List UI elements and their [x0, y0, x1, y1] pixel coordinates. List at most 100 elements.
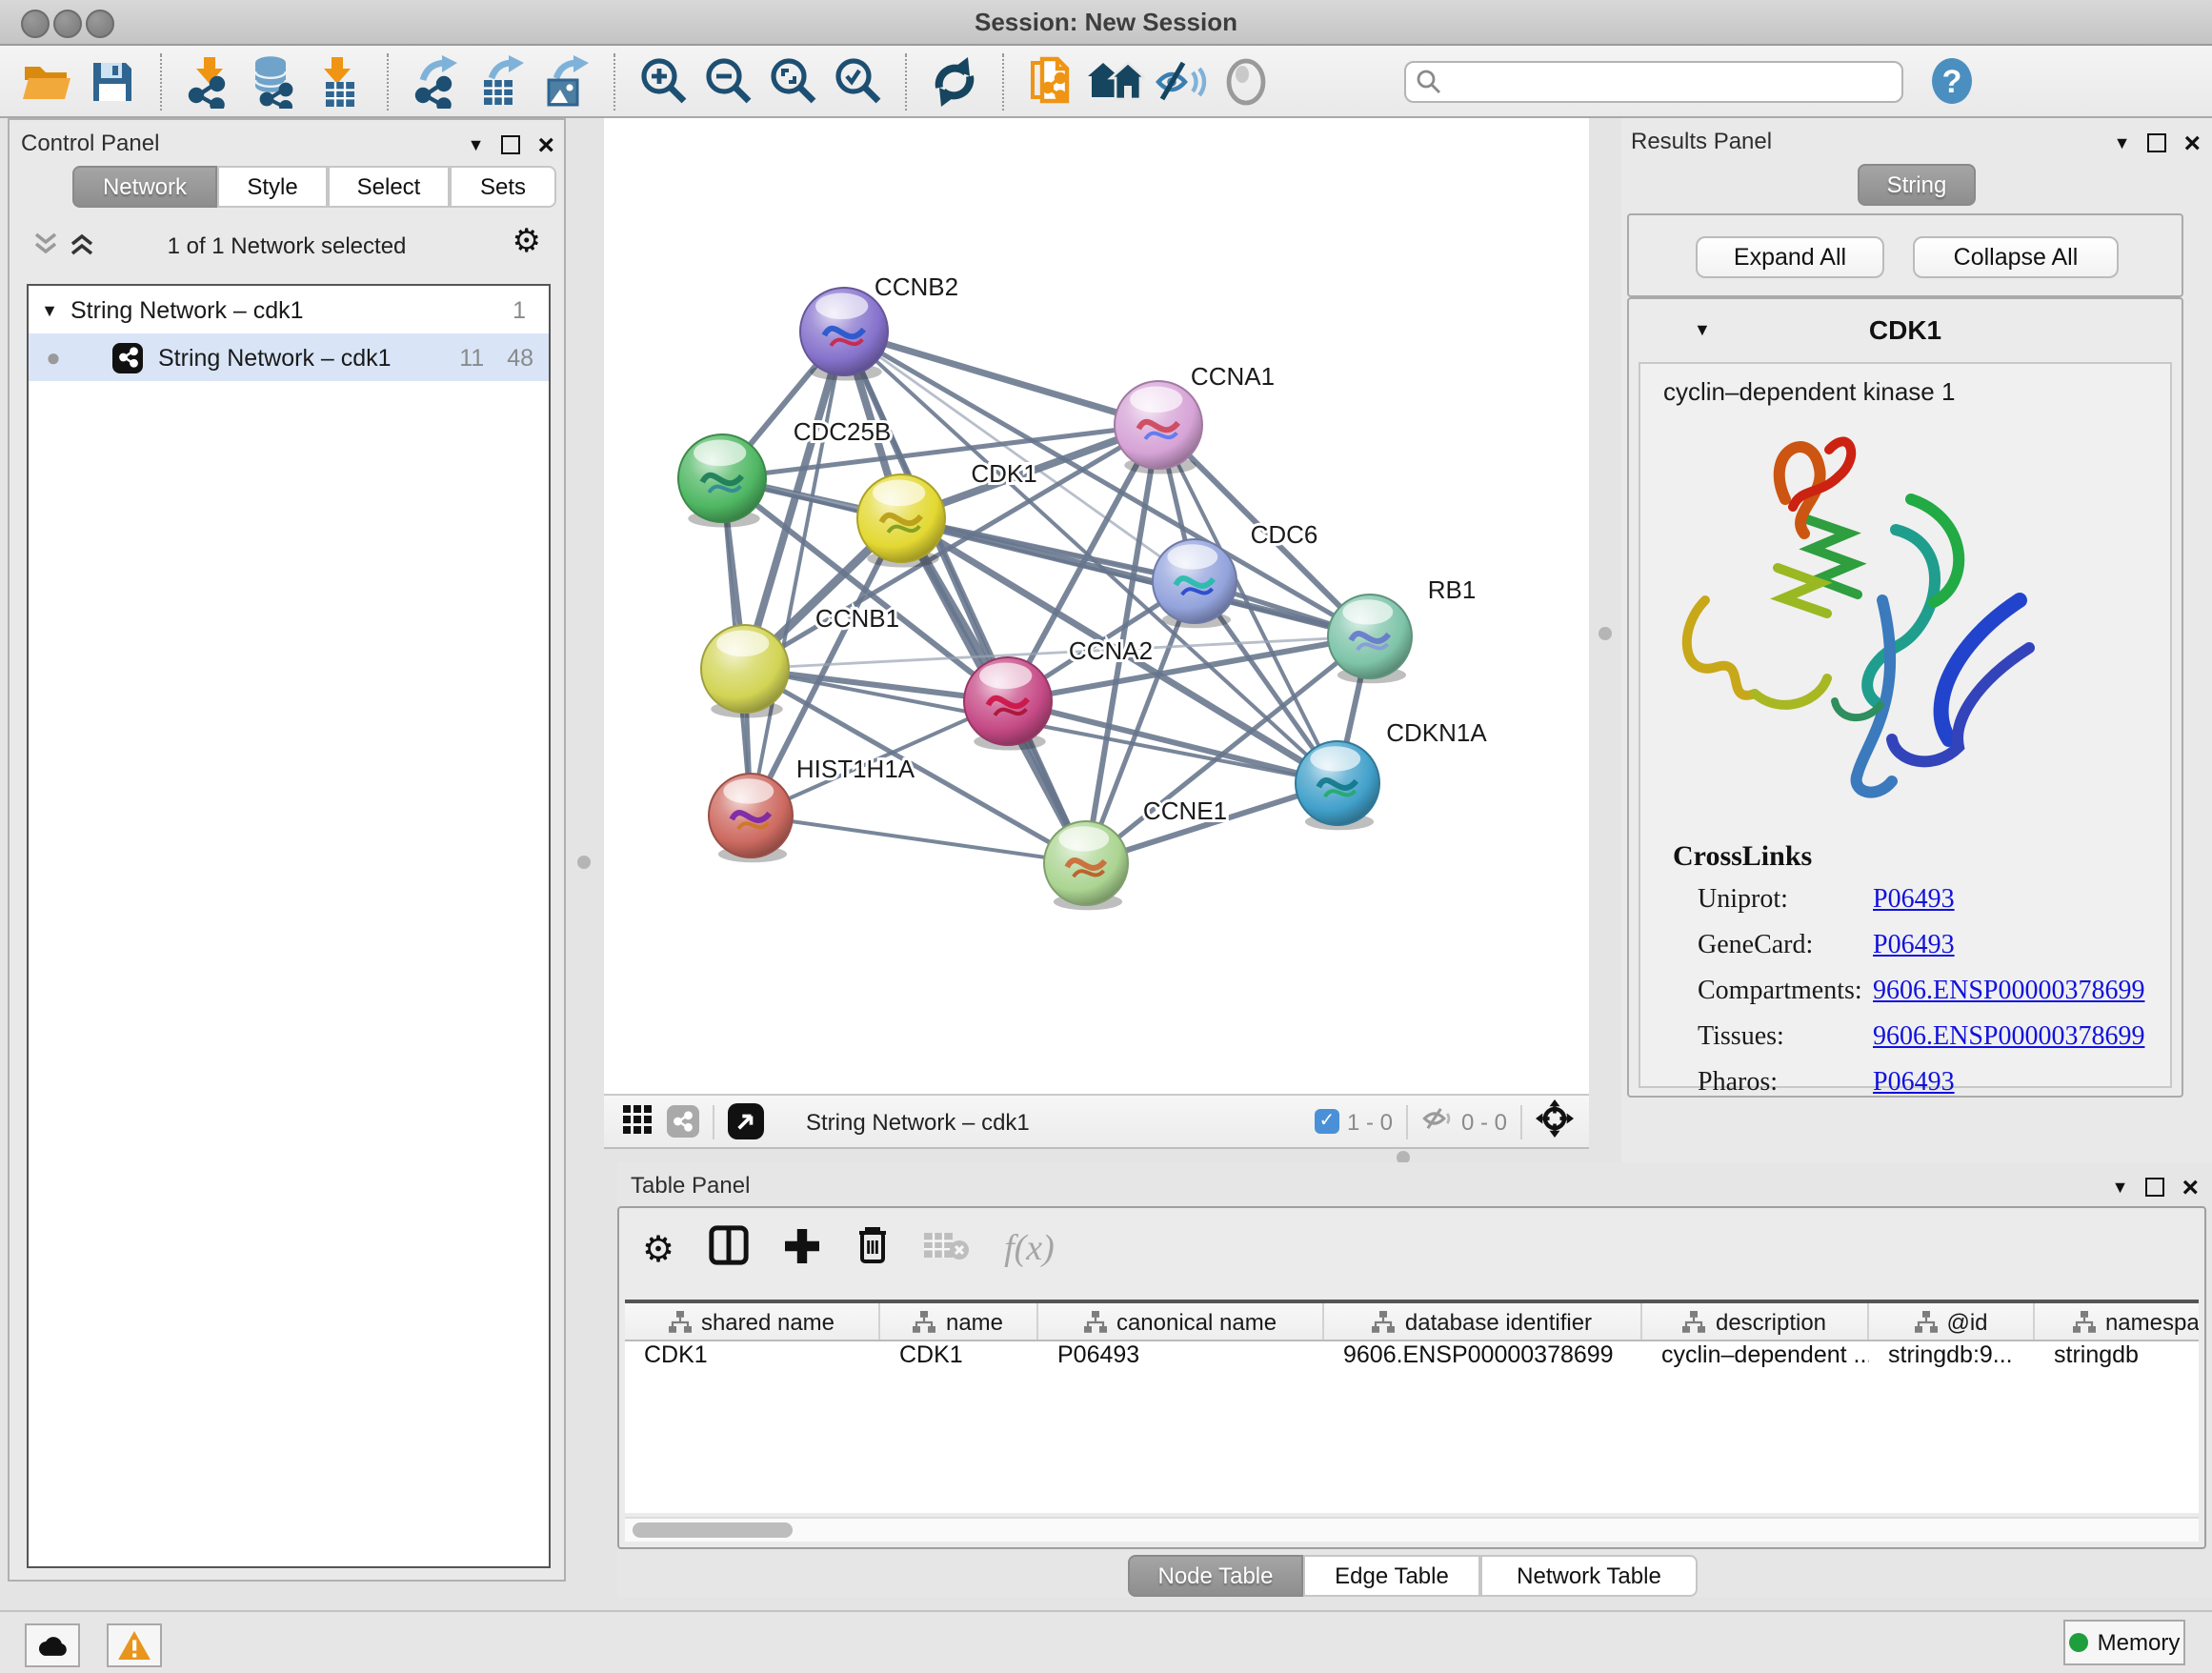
crosslink-link[interactable]: 9606.ENSP00000378699 — [1873, 1023, 2144, 1054]
table-cell[interactable]: 9606.ENSP00000378699 — [1324, 1341, 1642, 1378]
panel-menu-icon[interactable]: ▼ — [2112, 1179, 2129, 1196]
pan-crosshair-icon[interactable] — [1536, 1099, 1574, 1143]
grid-view-icon[interactable] — [623, 1104, 652, 1139]
scrollbar-thumb[interactable] — [633, 1522, 793, 1538]
close-panel-icon[interactable]: × — [537, 131, 554, 159]
collapse-all-button[interactable]: Collapse All — [1913, 236, 2119, 278]
import-table-button[interactable] — [311, 52, 368, 110]
crosslink-link[interactable]: P06493 — [1873, 932, 1955, 962]
column-header-name[interactable]: name — [880, 1303, 1038, 1340]
refresh-button[interactable] — [926, 52, 983, 110]
show-all-button[interactable] — [1217, 52, 1275, 110]
column-header-database-identifier[interactable]: database identifier — [1324, 1303, 1642, 1340]
status-bar: Memory — [0, 1610, 2212, 1673]
help-button[interactable]: ? — [1922, 52, 1980, 110]
network-edge[interactable] — [751, 816, 1086, 863]
hide-selected-button[interactable] — [1153, 52, 1210, 110]
table-cell[interactable]: cyclin–dependent ... — [1642, 1341, 1869, 1378]
tab-style[interactable]: Style — [217, 166, 328, 208]
open-session-button[interactable] — [19, 52, 76, 110]
tab-select[interactable]: Select — [328, 166, 450, 208]
panel-menu-icon[interactable]: ▼ — [2114, 134, 2131, 151]
float-panel-icon[interactable] — [2145, 1178, 2164, 1197]
tab-network[interactable]: Network — [72, 166, 217, 208]
export-table-button[interactable] — [473, 52, 530, 110]
network-node-ccnb1[interactable] — [701, 625, 789, 718]
network-canvas[interactable]: CCNB2CCNA1CDC25BCDK1CDC6RB1CCNB1CCNA2CDK… — [604, 118, 1589, 1094]
network-share-view-icon[interactable] — [667, 1105, 699, 1138]
column-header-namespace[interactable]: namespace — [2035, 1303, 2199, 1340]
cloud-status-button[interactable] — [25, 1623, 80, 1667]
network-node-ccna1[interactable] — [1115, 381, 1202, 474]
delete-column-icon[interactable] — [855, 1225, 890, 1275]
birds-eye-view-icon[interactable] — [728, 1103, 764, 1139]
network-row-selected[interactable]: ● String Network – cdk1 11 48 — [29, 333, 549, 381]
crosslink-link[interactable]: P06493 — [1873, 1069, 1955, 1099]
float-panel-icon[interactable] — [2147, 133, 2166, 152]
show-columns-icon[interactable] — [709, 1225, 749, 1275]
main-toolbar: ? — [0, 46, 2212, 118]
network-node-ccne1[interactable] — [1044, 821, 1128, 910]
tab-network-table[interactable]: Network Table — [1480, 1555, 1698, 1597]
table-horizontal-scrollbar[interactable] — [625, 1517, 2199, 1542]
crosslink-label: Compartments: — [1698, 978, 1873, 1008]
share-document-button[interactable] — [1023, 52, 1080, 110]
column-header--id[interactable]: @id — [1869, 1303, 2035, 1340]
tab-string[interactable]: String — [1858, 164, 1976, 206]
network-node-cdc25b[interactable] — [678, 434, 766, 528]
node-table[interactable]: shared namenamecanonical namedatabase id… — [625, 1300, 2199, 1513]
first-neighbors-button[interactable] — [1088, 52, 1145, 110]
table-cell[interactable]: stringdb:9... — [1869, 1341, 2035, 1378]
table-options-gear-icon[interactable]: ⚙ — [642, 1232, 674, 1268]
network-node-ccna2[interactable] — [964, 657, 1052, 751]
left-splitter-handle[interactable] — [577, 856, 591, 869]
table-cell[interactable]: P06493 — [1038, 1341, 1324, 1378]
float-panel-icon[interactable] — [501, 135, 520, 154]
selected-checkbox-icon[interactable]: ✓ — [1315, 1109, 1339, 1134]
network-node-rb1[interactable] — [1328, 595, 1412, 683]
table-row[interactable]: CDK1CDK1P064939606.ENSP00000378699cyclin… — [625, 1341, 2199, 1378]
crosslink-link[interactable]: P06493 — [1873, 886, 1955, 917]
panel-menu-icon[interactable]: ▼ — [468, 136, 485, 153]
warning-status-button[interactable] — [107, 1623, 162, 1667]
search-input[interactable] — [1404, 60, 1903, 102]
import-network-button[interactable] — [181, 52, 238, 110]
close-panel-icon[interactable]: × — [2183, 129, 2201, 157]
crosslink-link[interactable]: 9606.ENSP00000378699 — [1873, 978, 2144, 1008]
export-image-button[interactable] — [537, 52, 594, 110]
zoom-fit-button[interactable] — [764, 52, 821, 110]
column-header-description[interactable]: description — [1642, 1303, 1869, 1340]
table-cell[interactable]: CDK1 — [625, 1341, 880, 1378]
zoom-out-button[interactable] — [699, 52, 756, 110]
network-list: ▼ String Network – cdk1 1 ● String Netwo… — [27, 284, 551, 1568]
tab-edge-table[interactable]: Edge Table — [1303, 1555, 1480, 1597]
network-node-hist1h1a[interactable] — [709, 774, 793, 862]
table-cell[interactable]: CDK1 — [880, 1341, 1038, 1378]
expand-all-button[interactable]: Expand All — [1696, 236, 1884, 278]
import-network-from-database-button[interactable] — [246, 52, 303, 110]
network-edge[interactable] — [844, 332, 1158, 425]
network-node-cdkn1a[interactable] — [1296, 741, 1379, 830]
add-column-icon[interactable] — [783, 1226, 821, 1274]
network-collection-row[interactable]: ▼ String Network – cdk1 1 — [29, 286, 549, 333]
column-header-shared-name[interactable]: shared name — [625, 1303, 880, 1340]
zoom-selected-button[interactable] — [829, 52, 886, 110]
export-network-button[interactable] — [408, 52, 465, 110]
network-node-cdc6[interactable] — [1153, 539, 1237, 628]
network-edge[interactable] — [751, 332, 844, 816]
help-icon: ? — [1927, 57, 1975, 105]
save-session-button[interactable] — [84, 52, 141, 110]
network-options-gear-icon[interactable]: ⚙ — [513, 225, 542, 257]
collection-expander-icon[interactable]: ▼ — [29, 300, 70, 319]
memory-button[interactable]: Memory — [2063, 1620, 2185, 1665]
protein-structure-image — [1667, 417, 2048, 821]
tab-node-table[interactable]: Node Table — [1128, 1555, 1303, 1597]
close-panel-icon[interactable]: × — [2182, 1173, 2199, 1201]
zoom-in-button[interactable] — [634, 52, 692, 110]
column-header-canonical-name[interactable]: canonical name — [1038, 1303, 1324, 1340]
column-type-icon — [1084, 1310, 1107, 1333]
tab-sets[interactable]: Sets — [450, 166, 556, 208]
right-splitter-handle[interactable] — [1599, 627, 1612, 640]
crosslink-row: Tissues:9606.ENSP00000378699 — [1698, 1023, 2170, 1054]
table-cell[interactable]: stringdb — [2035, 1341, 2199, 1378]
